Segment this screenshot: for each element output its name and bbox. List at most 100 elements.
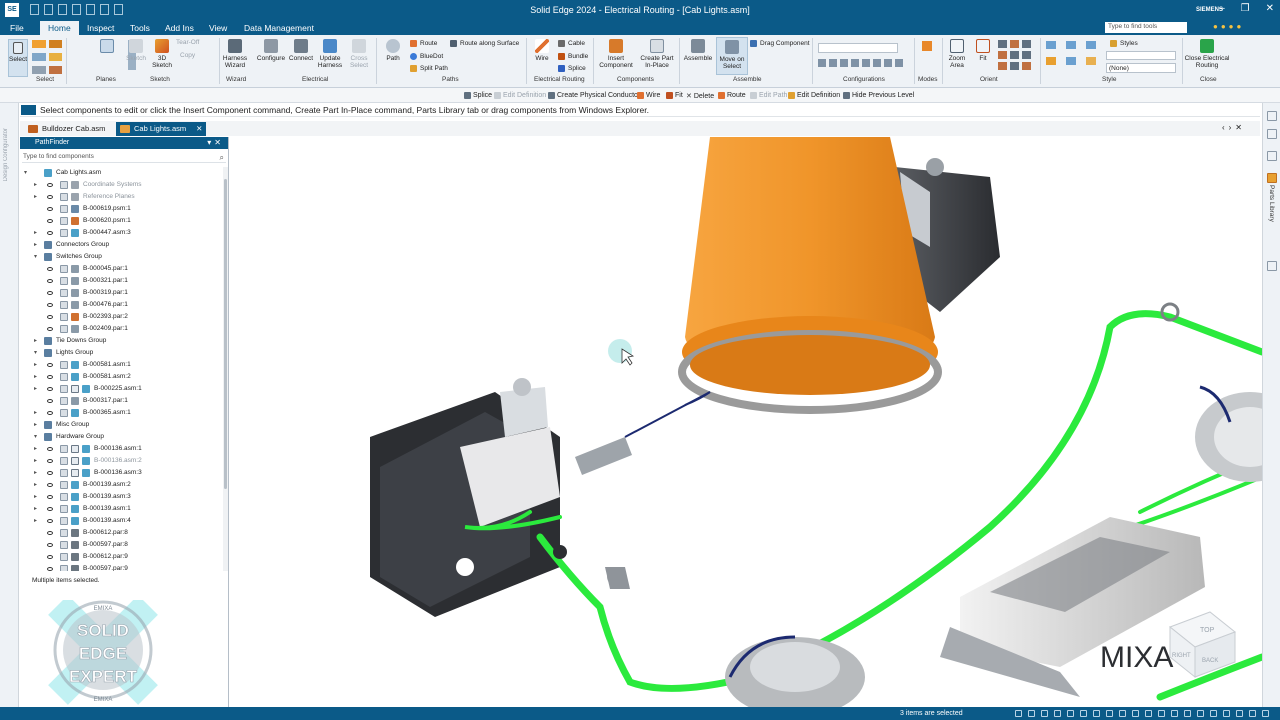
expand-icon[interactable]: ▸ (34, 491, 37, 503)
style-select-1[interactable] (1106, 51, 1176, 60)
doc-tab-bulldozer[interactable]: Bulldozer Cab.asm (24, 122, 109, 136)
expand-icon[interactable]: ▸ (34, 191, 37, 203)
assemble-button[interactable]: Assemble (682, 39, 714, 62)
status-tool-icon[interactable] (1054, 710, 1061, 717)
search-icon[interactable]: ⌕ (220, 152, 224, 164)
wire-command[interactable]: Wire (637, 92, 660, 99)
planes-button[interactable] (94, 39, 120, 55)
edit-definition-command[interactable]: Edit Definition (494, 92, 546, 99)
visibility-eye-icon[interactable] (47, 303, 53, 307)
tree-item[interactable]: B-000619.psm:1 (20, 203, 223, 215)
expand-icon[interactable]: ▾ (24, 167, 27, 179)
visibility-eye-icon[interactable] (47, 459, 53, 463)
visibility-eye-icon[interactable] (47, 327, 53, 331)
visibility-eye-icon[interactable] (47, 387, 53, 391)
expand-icon[interactable]: ▸ (34, 443, 37, 455)
tree-item[interactable]: B-000620.psm:1 (20, 215, 223, 227)
tree-item[interactable]: ▾ Switches Group (20, 251, 223, 263)
delete-command[interactable]: ✕ Delete (686, 92, 714, 101)
close-icon[interactable]: ✕ (1266, 3, 1274, 14)
edit-path-command[interactable]: Edit Path (750, 92, 787, 99)
work-light[interactable] (370, 378, 560, 617)
select-button[interactable]: Select (8, 39, 28, 77)
tree-item[interactable]: B-000321.par:1 (20, 275, 223, 287)
tree-item[interactable]: ▸ B-000136.asm:2 (20, 455, 223, 467)
visibility-eye-icon[interactable] (47, 507, 53, 511)
connector[interactable] (575, 391, 711, 475)
3d-sketch-button[interactable]: 3D Sketch (148, 39, 176, 69)
tree-item[interactable]: ▸ B-000581.asm:2 (20, 371, 223, 383)
right-light[interactable] (1195, 385, 1262, 482)
tree-item[interactable]: ▸ B-000365.asm:1 (20, 407, 223, 419)
wire-button[interactable]: Wire (530, 39, 554, 62)
visibility-eye-icon[interactable] (47, 279, 53, 283)
tree-item[interactable]: ▸ B-000139.asm:2 (20, 479, 223, 491)
search-icon[interactable]: ⌕ (1178, 22, 1182, 32)
styles-button[interactable]: Styles (1110, 40, 1138, 47)
tree-item[interactable]: B-000612.par:9 (20, 551, 223, 563)
tree-item[interactable]: ▸ B-000139.asm:3 (20, 491, 223, 503)
tree-item[interactable]: B-000612.par:8 (20, 527, 223, 539)
tree-item[interactable]: ▸ B-000139.asm:4 (20, 515, 223, 527)
expand-icon[interactable]: ▸ (34, 227, 37, 239)
visibility-eye-icon[interactable] (47, 207, 53, 211)
status-tool-icon[interactable] (1093, 710, 1100, 717)
tab-inspect[interactable]: Inspect (87, 23, 114, 33)
tree-item[interactable]: ▸ Connectors Group (20, 239, 223, 251)
status-tool-icon[interactable] (1106, 710, 1113, 717)
status-tool-icon[interactable] (1171, 710, 1178, 717)
select-tool-icon[interactable] (32, 53, 46, 61)
assembly-model-graphics[interactable]: MIXA TOP RIGHT BACK (230, 137, 1262, 707)
path-button[interactable]: Path (380, 39, 406, 62)
style-select-2[interactable]: (None) (1106, 63, 1176, 73)
tab-view[interactable]: View (209, 23, 227, 33)
tree-item[interactable]: ▸ B-000447.asm:3 (20, 227, 223, 239)
bluedot-button[interactable]: BlueDot (410, 53, 443, 60)
tool-search-input[interactable]: Type to find tools (1105, 22, 1187, 33)
tree-item[interactable]: ▸ Misc Group (20, 419, 223, 431)
visibility-eye-icon[interactable] (47, 543, 53, 547)
visibility-eye-icon[interactable] (47, 555, 53, 559)
expand-icon[interactable]: ▸ (34, 467, 37, 479)
3d-viewport[interactable]: MIXA TOP RIGHT BACK (230, 137, 1262, 707)
close-electrical-routing-button[interactable]: Close Electrical Routing (1184, 39, 1230, 69)
tree-item[interactable]: ▸ Tie Downs Group (20, 335, 223, 347)
tree-item[interactable]: B-000597.par:9 (20, 563, 223, 571)
tree-item[interactable]: ▸ B-000139.asm:1 (20, 503, 223, 515)
expand-icon[interactable]: ▸ (34, 419, 37, 431)
expand-icon[interactable]: ▾ (34, 347, 37, 359)
visibility-eye-icon[interactable] (47, 183, 53, 187)
visibility-eye-icon[interactable] (47, 519, 53, 523)
status-tool-icon[interactable] (1080, 710, 1087, 717)
fit-button[interactable]: Fit (972, 39, 994, 62)
status-tool-icon[interactable] (1223, 710, 1230, 717)
expand-icon[interactable]: ▸ (34, 515, 37, 527)
tree-item[interactable]: ▾ Hardware Group (20, 431, 223, 443)
tree-item[interactable]: ▸ B-000136.asm:3 (20, 467, 223, 479)
expand-icon[interactable]: ▾ (34, 431, 37, 443)
select-tool-icon[interactable] (48, 40, 62, 48)
splice-command[interactable]: Splice (464, 92, 492, 99)
tab-home[interactable]: Home (40, 21, 79, 35)
status-tool-icon[interactable] (1262, 710, 1269, 717)
status-tool-icon[interactable] (1015, 710, 1022, 717)
tree-item[interactable]: B-000319.par:1 (20, 287, 223, 299)
beacon-light[interactable] (678, 137, 1000, 414)
visibility-eye-icon[interactable] (47, 483, 53, 487)
expand-icon[interactable]: ▸ (34, 359, 37, 371)
tree-item[interactable]: B-000476.par:1 (20, 299, 223, 311)
mode-icon[interactable] (922, 41, 932, 51)
visibility-eye-icon[interactable] (47, 291, 53, 295)
tree-item[interactable]: B-002393.par:2 (20, 311, 223, 323)
tree-item[interactable]: ▸ Reference Planes (20, 191, 223, 203)
status-tool-icon[interactable] (1210, 710, 1217, 717)
right-tool-icon[interactable] (1267, 151, 1277, 161)
tree-item[interactable]: B-000317.par:1 (20, 395, 223, 407)
bundle-button[interactable]: Bundle (558, 53, 588, 60)
visibility-eye-icon[interactable] (47, 399, 53, 403)
file-menu[interactable]: File (10, 23, 24, 33)
select-tool-icon[interactable] (48, 53, 62, 61)
tree-item[interactable]: ▸ Coordinate Systems (20, 179, 223, 191)
visibility-eye-icon[interactable] (47, 447, 53, 451)
visibility-eye-icon[interactable] (47, 471, 53, 475)
